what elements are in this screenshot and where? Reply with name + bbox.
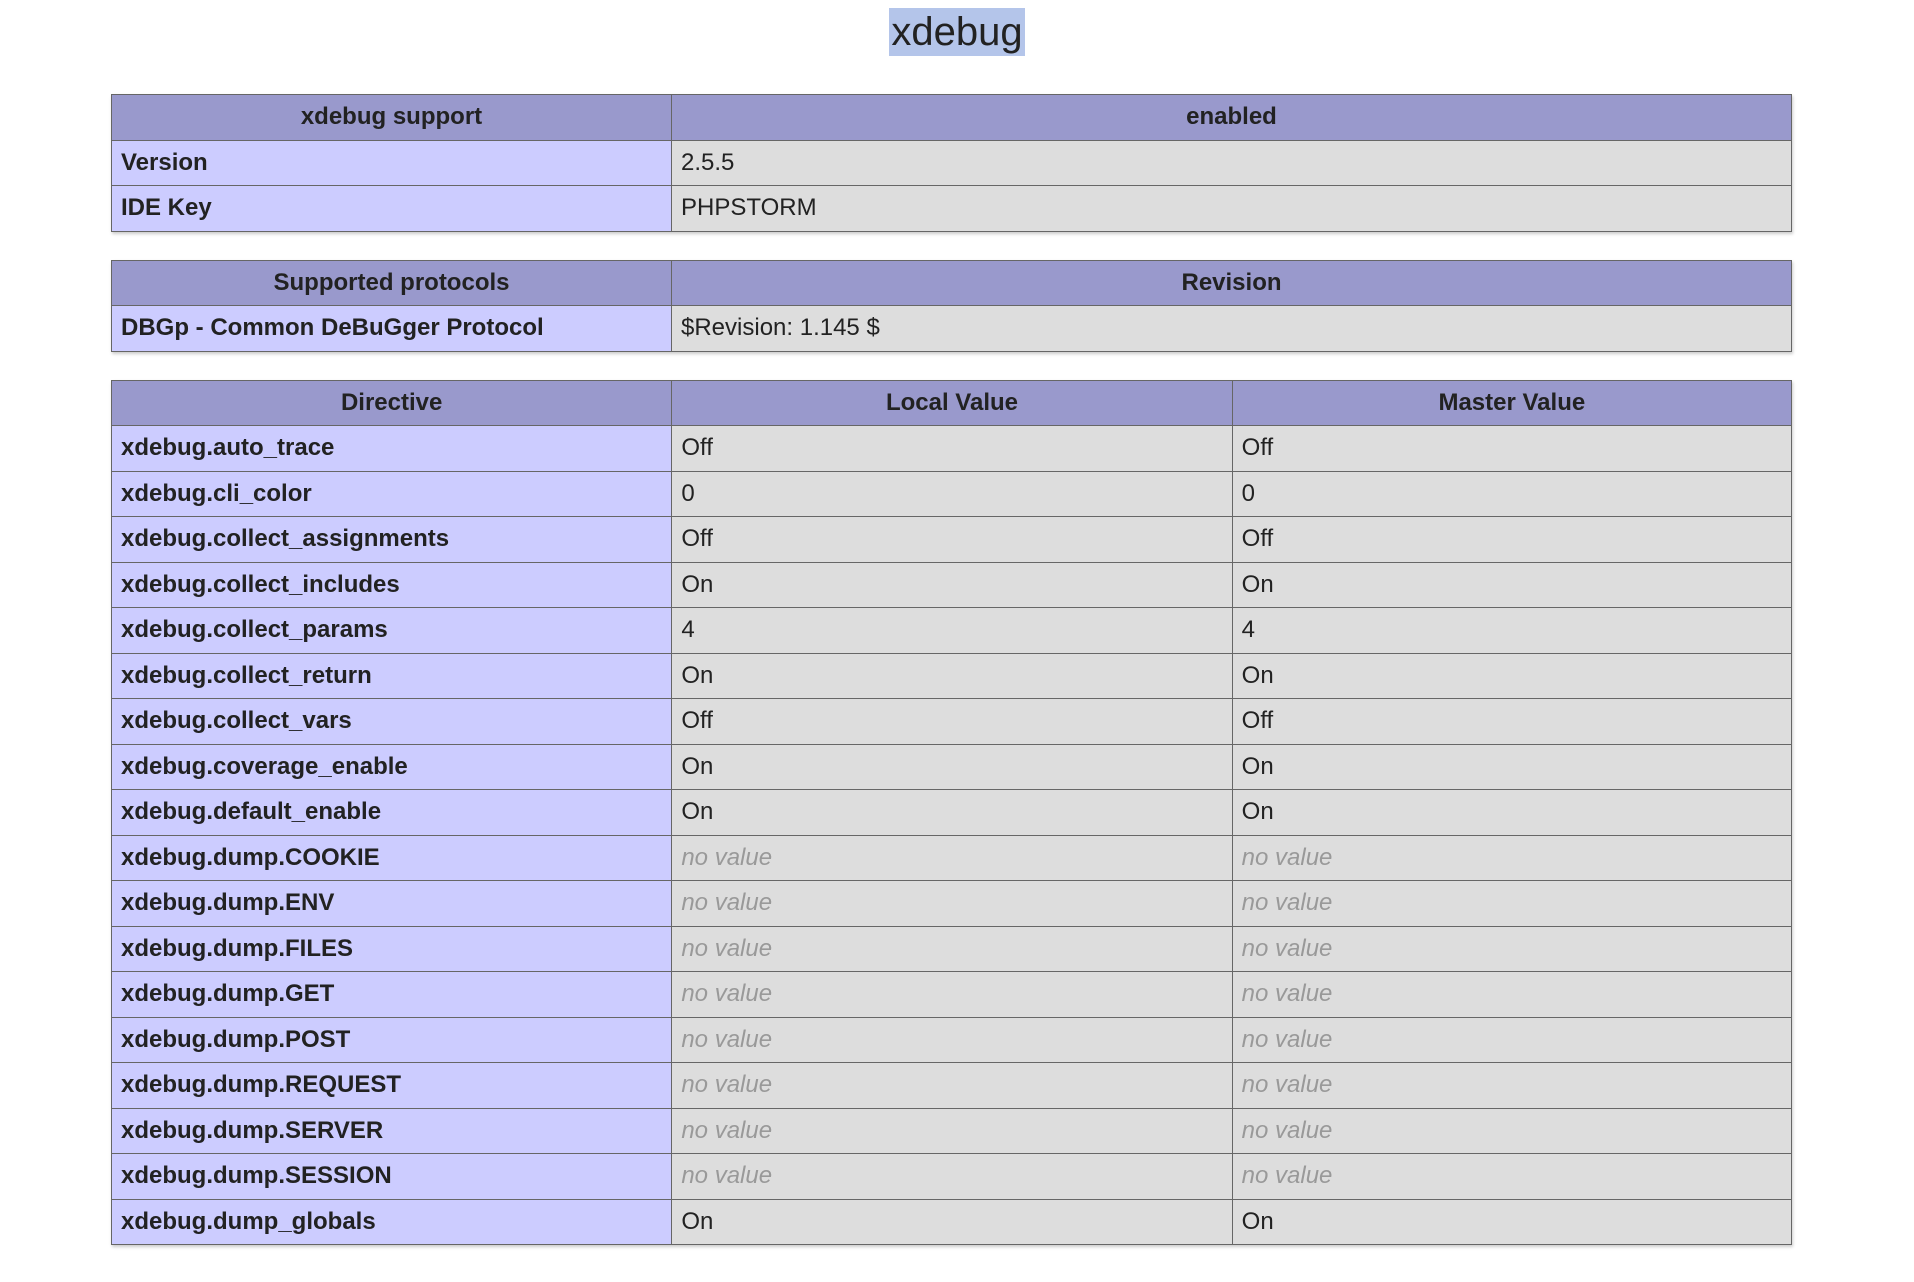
master-value: no value (1231, 1153, 1793, 1200)
master-value: On (1231, 561, 1793, 608)
local-value: no value (671, 1153, 1233, 1200)
table-row: xdebug.dump.ENV no value no value (110, 880, 1793, 927)
directive-name: xdebug.dump.SERVER (110, 1107, 673, 1154)
local-value: 4 (671, 607, 1233, 654)
table-row: xdebug.collect_vars Off Off (110, 698, 1793, 745)
row-value: 2.5.5 (671, 139, 1792, 186)
master-value: On (1231, 1198, 1793, 1245)
table-row: xdebug.collect_params 4 4 (110, 607, 1793, 654)
table-row: IDE Key PHPSTORM (111, 185, 1792, 232)
local-value: no value (671, 971, 1233, 1018)
local-value: On (671, 1198, 1233, 1245)
row-key: Version (111, 139, 672, 186)
table-row: xdebug.dump.GET no value no value (110, 971, 1793, 1018)
local-value: On (671, 561, 1233, 608)
directive-name: xdebug.dump.POST (110, 1016, 673, 1063)
directives-table: Directive Local Value Master Value xdebu… (110, 379, 1793, 1246)
header-cell: Revision (671, 259, 1792, 306)
directive-name: xdebug.cli_color (110, 470, 673, 517)
master-value: no value (1231, 880, 1793, 927)
table-row: xdebug.dump.SERVER no value no value (110, 1107, 1793, 1154)
row-key: IDE Key (111, 185, 672, 232)
directive-name: xdebug.collect_assignments (110, 516, 673, 563)
local-value: no value (671, 834, 1233, 881)
directive-name: xdebug.dump.GET (110, 971, 673, 1018)
local-value: no value (671, 1107, 1233, 1154)
local-value: no value (671, 925, 1233, 972)
master-value: no value (1231, 925, 1793, 972)
master-value: no value (1231, 1107, 1793, 1154)
phpinfo-page: xdebug xdebug support enabled Version 2.… (0, 0, 1914, 1282)
xdebug-support-table: xdebug support enabled Version 2.5.5 IDE… (111, 94, 1792, 232)
header-cell: Supported protocols (111, 259, 672, 306)
directive-name: xdebug.coverage_enable (110, 743, 673, 790)
local-value: On (671, 789, 1233, 836)
master-value: On (1231, 743, 1793, 790)
table-row: xdebug.dump.COOKIE no value no value (110, 834, 1793, 881)
directive-name: xdebug.dump.ENV (110, 880, 673, 927)
table-row: DBGp - Common DeBuGger Protocol $Revisio… (111, 305, 1792, 352)
row-value: $Revision: 1.145 $ (671, 305, 1792, 352)
directive-name: xdebug.collect_vars (110, 698, 673, 745)
directive-name: xdebug.auto_trace (110, 425, 673, 472)
header-cell: Directive (110, 379, 673, 426)
local-value: On (671, 652, 1233, 699)
local-value: no value (671, 880, 1233, 927)
table-row: xdebug.coverage_enable On On (110, 743, 1793, 790)
master-value: no value (1231, 834, 1793, 881)
row-key: DBGp - Common DeBuGger Protocol (111, 305, 672, 352)
table-row: xdebug.dump.POST no value no value (110, 1016, 1793, 1063)
master-value: Off (1231, 516, 1793, 563)
table-header-row: xdebug support enabled (111, 94, 1792, 141)
master-value: Off (1231, 425, 1793, 472)
table-header-row: Supported protocols Revision (111, 259, 1792, 306)
table-row: xdebug.default_enable On On (110, 789, 1793, 836)
directive-name: xdebug.collect_return (110, 652, 673, 699)
local-value: no value (671, 1062, 1233, 1109)
master-value: no value (1231, 971, 1793, 1018)
master-value: 0 (1231, 470, 1793, 517)
directive-name: xdebug.default_enable (110, 789, 673, 836)
table-row: xdebug.cli_color 0 0 (110, 470, 1793, 517)
table-row: xdebug.collect_return On On (110, 652, 1793, 699)
directive-rows: xdebug.auto_trace Off Off xdebug.cli_color 0… (110, 425, 1793, 1245)
local-value: no value (671, 1016, 1233, 1063)
page-title[interactable]: xdebug (889, 8, 1025, 56)
table-row: xdebug.dump_globals On On (110, 1198, 1793, 1245)
directive-name: xdebug.collect_params (110, 607, 673, 654)
master-value: no value (1231, 1016, 1793, 1063)
local-value: 0 (671, 470, 1233, 517)
header-cell: Master Value (1231, 379, 1793, 426)
directive-name: xdebug.dump_globals (110, 1198, 673, 1245)
table-row: xdebug.collect_assignments Off Off (110, 516, 1793, 563)
table-row: xdebug.auto_trace Off Off (110, 425, 1793, 472)
local-value: On (671, 743, 1233, 790)
directive-name: xdebug.dump.REQUEST (110, 1062, 673, 1109)
master-value: no value (1231, 1062, 1793, 1109)
header-cell: xdebug support (111, 94, 672, 141)
row-value: PHPSTORM (671, 185, 1792, 232)
local-value: Off (671, 516, 1233, 563)
master-value: Off (1231, 698, 1793, 745)
master-value: On (1231, 652, 1793, 699)
directive-name: xdebug.dump.COOKIE (110, 834, 673, 881)
table-row: Version 2.5.5 (111, 139, 1792, 186)
local-value: Off (671, 425, 1233, 472)
local-value: Off (671, 698, 1233, 745)
table-row: xdebug.collect_includes On On (110, 561, 1793, 608)
directive-name: xdebug.dump.SESSION (110, 1153, 673, 1200)
master-value: 4 (1231, 607, 1793, 654)
header-cell: enabled (671, 94, 1792, 141)
header-cell: Local Value (671, 379, 1233, 426)
directive-name: xdebug.dump.FILES (110, 925, 673, 972)
table-row: xdebug.dump.REQUEST no value no value (110, 1062, 1793, 1109)
table-row: xdebug.dump.SESSION no value no value (110, 1153, 1793, 1200)
title-wrap: xdebug (0, 0, 1914, 64)
table-row: xdebug.dump.FILES no value no value (110, 925, 1793, 972)
supported-protocols-table: Supported protocols Revision DBGp - Comm… (111, 259, 1792, 352)
directive-name: xdebug.collect_includes (110, 561, 673, 608)
table-header-row: Directive Local Value Master Value (110, 379, 1793, 426)
master-value: On (1231, 789, 1793, 836)
